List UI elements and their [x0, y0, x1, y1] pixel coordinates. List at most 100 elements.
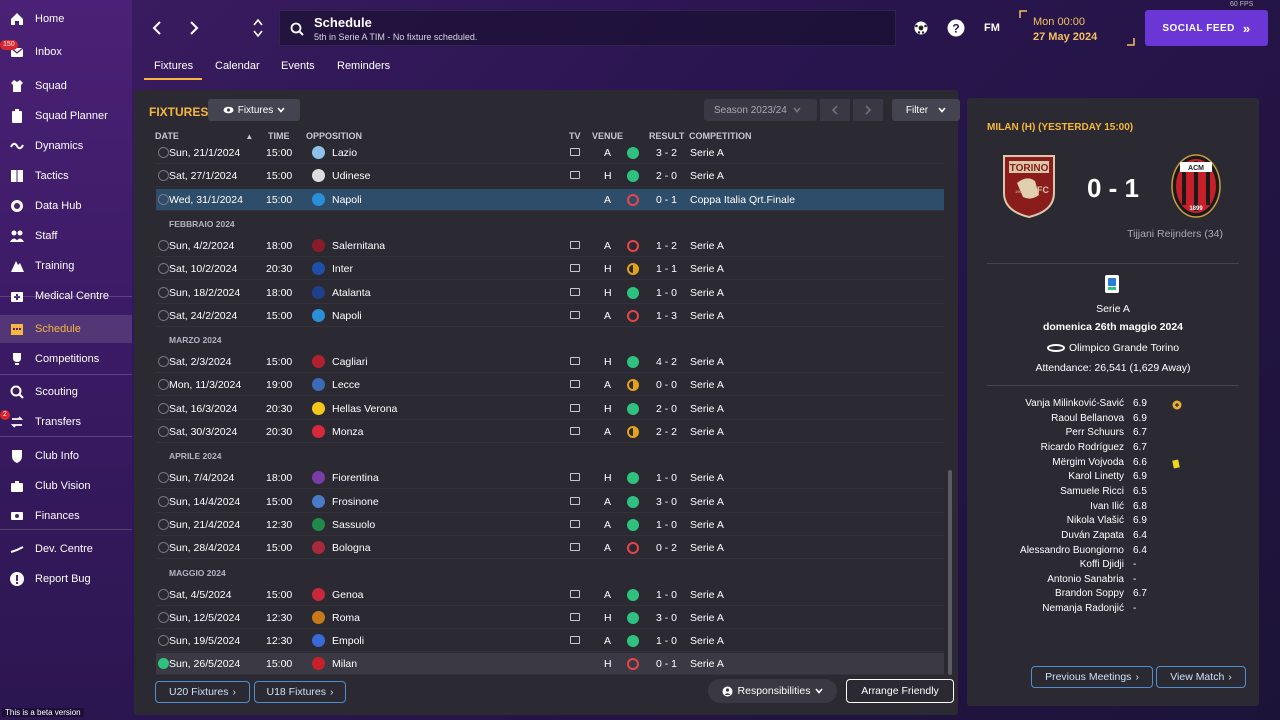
previous-meetings-button[interactable]: Previous Meetings ›	[1031, 666, 1153, 688]
fixture-opponent[interactable]: Genoa	[332, 589, 364, 601]
fixture-row[interactable]: Mon, 11/3/2024 19:00 Lecce A 0 - 0 Serie A	[156, 374, 944, 397]
fixture-opponent[interactable]: Frosinone	[332, 496, 379, 508]
sidebar-item-schedule[interactable]: Schedule	[0, 315, 132, 343]
view-match-button[interactable]: View Match ›	[1156, 666, 1246, 688]
fixture-row[interactable]: Sat, 27/1/2024 15:00 Udinese H 2 - 0 Serie A	[156, 165, 944, 188]
col-tv[interactable]: TV	[569, 131, 581, 141]
season-selector[interactable]: Season 2023/24	[704, 99, 817, 121]
fixture-row[interactable]: Sat, 24/2/2024 15:00 Napoli A 1 - 3 Serie A	[156, 305, 944, 327]
football-button[interactable]	[911, 18, 931, 38]
help-button[interactable]: ?	[946, 18, 966, 38]
fixture-opponent[interactable]: Milan	[332, 658, 357, 670]
fixture-opponent[interactable]: Napoli	[332, 310, 362, 322]
responsibilities-button[interactable]: Responsibilities	[708, 679, 837, 703]
sidebar-item-squad-planner[interactable]: Squad Planner	[0, 102, 132, 130]
fixture-row[interactable]: Sun, 4/2/2024 18:00 Salernitana A 1 - 2 Serie…	[156, 235, 944, 257]
fixture-row[interactable]: Sat, 4/5/2024 15:00 Genoa A 1 - 0 Serie A	[156, 584, 944, 606]
fixture-opponent[interactable]: Inter	[332, 263, 353, 275]
col-venue[interactable]: VENUE	[592, 131, 623, 141]
player-rating-row[interactable]: Raoul Bellanova 6.9	[967, 413, 1259, 427]
player-rating-row[interactable]: Ricardo Rodríguez 6.7	[967, 442, 1259, 456]
player-rating-row[interactable]: Ivan Ilić 6.8	[967, 501, 1259, 515]
sidebar-item-tactics[interactable]: Tactics	[0, 162, 132, 190]
u18-fixtures-button[interactable]: U18 Fixtures ›	[254, 681, 346, 703]
fixture-row[interactable]: Sun, 28/4/2024 15:00 Bologna A 0 - 2 Serie A	[156, 537, 944, 560]
player-rating-row[interactable]: Nikola Vlašić 6.9	[967, 515, 1259, 529]
fixture-opponent[interactable]: Atalanta	[332, 287, 371, 299]
social-feed-button[interactable]: SOCIAL FEED »	[1145, 10, 1268, 46]
fm-menu-button[interactable]: FM	[979, 18, 1005, 38]
sidebar-item-dynamics[interactable]: Dynamics	[0, 132, 132, 160]
search-bar[interactable]: Schedule 5th in Serie A TIM - No fixture…	[279, 10, 896, 46]
fixture-row[interactable]: Sun, 18/2/2024 18:00 Atalanta H 1 - 0 Serie A	[156, 282, 944, 304]
player-rating-row[interactable]: Antonio Sanabria -	[967, 574, 1259, 588]
fixture-opponent[interactable]: Lazio	[332, 147, 357, 159]
player-rating-row[interactable]: Brandon Soppy 6.7	[967, 588, 1259, 602]
fixture-opponent[interactable]: Lecce	[332, 379, 360, 391]
fixture-row[interactable]: Sun, 19/5/2024 12:30 Empoli A 1 - 0 Serie A	[156, 630, 944, 653]
player-rating-row[interactable]: Karol Linetty 6.9	[967, 471, 1259, 485]
col-opposition[interactable]: OPPOSITION	[306, 131, 362, 141]
fixture-row[interactable]: Sat, 10/2/2024 20:30 Inter H 1 - 1 Serie A	[156, 258, 944, 281]
sidebar-item-club-vision[interactable]: Club Vision	[0, 472, 132, 500]
fixtures-view-dropdown[interactable]: Fixtures	[208, 99, 300, 121]
sidebar-item-transfers[interactable]: Transfers 2	[0, 408, 132, 436]
fixture-opponent[interactable]: Empoli	[332, 635, 364, 647]
filter-button[interactable]: Filter	[892, 99, 960, 121]
fixture-opponent[interactable]: Sassuolo	[332, 519, 375, 531]
date-continue-box[interactable]: Mon 00:00 27 May 2024	[1019, 10, 1135, 46]
sidebar-item-report-bug[interactable]: Report Bug	[0, 565, 132, 593]
sidebar-item-training[interactable]: Training	[0, 252, 132, 280]
forward-button[interactable]	[186, 18, 202, 38]
next-season-button[interactable]	[853, 99, 883, 121]
fixture-row[interactable]: Sat, 16/3/2024 20:30 Hellas Verona H 2 - 0 Se…	[156, 398, 944, 420]
arrange-friendly-button[interactable]: Arrange Friendly	[846, 679, 954, 703]
sidebar-item-home[interactable]: Home	[0, 5, 132, 33]
scrollbar[interactable]	[948, 470, 952, 675]
fixture-opponent[interactable]: Monza	[332, 426, 364, 438]
sidebar-item-finances[interactable]: Finances	[0, 502, 132, 530]
col-result[interactable]: RESULT	[649, 131, 684, 141]
fixture-row[interactable]: Sun, 21/4/2024 12:30 Sassuolo A 1 - 0 Serie A	[156, 514, 944, 536]
player-rating-row[interactable]: Alessandro Buongiorno 6.4	[967, 545, 1259, 559]
sidebar-item-inbox[interactable]: Inbox 150	[0, 38, 132, 66]
fixture-row[interactable]: Sun, 21/1/2024 15:00 Lazio A 3 - 2 Serie A	[156, 142, 944, 164]
fixture-opponent[interactable]: Roma	[332, 612, 360, 624]
player-rating-row[interactable]: Mërgim Vojvoda 6.6	[967, 457, 1259, 471]
fixture-opponent[interactable]: Bologna	[332, 542, 371, 554]
sidebar-item-squad[interactable]: Squad	[0, 72, 132, 100]
col-date[interactable]: DATE ▲	[155, 131, 253, 141]
tab-fixtures[interactable]: Fixtures	[154, 60, 193, 72]
col-competition[interactable]: COMPETITION	[689, 131, 752, 141]
tab-events[interactable]: Events	[281, 60, 315, 72]
fixture-opponent[interactable]: Udinese	[332, 170, 371, 182]
sidebar-item-club-info[interactable]: Club Info	[0, 442, 132, 470]
player-rating-row[interactable]: Perr Schuurs 6.7	[967, 427, 1259, 441]
tab-calendar[interactable]: Calendar	[215, 60, 260, 72]
u20-fixtures-button[interactable]: U20 Fixtures ›	[155, 681, 250, 703]
sidebar-item-scouting[interactable]: Scouting	[0, 378, 132, 406]
fixture-opponent[interactable]: Napoli	[332, 194, 362, 206]
player-rating-row[interactable]: Vanja Milinković-Savić 6.9	[967, 398, 1259, 412]
fixture-opponent[interactable]: Fiorentina	[332, 472, 379, 484]
fixture-row[interactable]: Sat, 2/3/2024 15:00 Cagliari H 4 - 2 Serie A	[156, 351, 944, 374]
sidebar-item-competitions[interactable]: Competitions	[0, 345, 132, 373]
fixture-opponent[interactable]: Hellas Verona	[332, 403, 397, 415]
fixture-row[interactable]: Sat, 30/3/2024 20:30 Monza A 2 - 2 Serie A	[156, 421, 944, 443]
fixture-row[interactable]: Sun, 14/4/2024 15:00 Frosinone A 3 - 0 Serie …	[156, 491, 944, 513]
sidebar-item-staff[interactable]: Staff	[0, 222, 132, 250]
back-button[interactable]	[149, 18, 165, 38]
fixture-opponent[interactable]: Salernitana	[332, 240, 385, 252]
col-time[interactable]: TIME	[268, 131, 290, 141]
club-switch-button[interactable]	[252, 15, 264, 41]
fixture-opponent[interactable]: Cagliari	[332, 356, 368, 368]
milan-crest-icon[interactable]: ACM 1899	[1170, 153, 1222, 219]
sidebar-item-dev-centre[interactable]: Dev. Centre	[0, 535, 132, 563]
previous-season-button[interactable]	[820, 99, 850, 121]
fixture-row[interactable]: Sun, 26/5/2024 15:00 Milan H 0 - 1 Serie A	[156, 653, 944, 676]
player-rating-row[interactable]: Nemanja Radonjić -	[967, 603, 1259, 617]
player-rating-row[interactable]: Samuele Ricci 6.5	[967, 486, 1259, 500]
fixture-row[interactable]: Wed, 31/1/2024 15:00 Napoli A 0 - 1 Coppa Ita…	[156, 188, 944, 211]
player-rating-row[interactable]: Koffi Djidji -	[967, 559, 1259, 573]
sidebar-item-data-hub[interactable]: Data Hub	[0, 192, 132, 220]
